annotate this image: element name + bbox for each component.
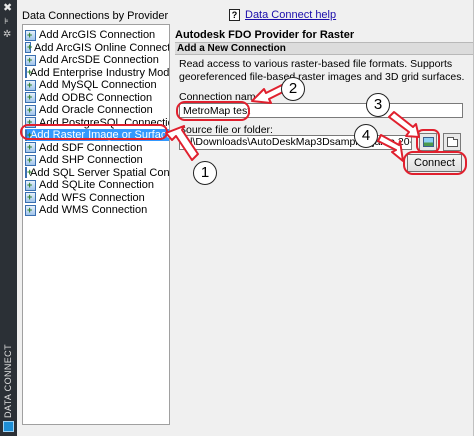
annotation-number-4: 4 [354, 124, 378, 148]
section-header: Add a New Connection [175, 42, 473, 55]
add-connection-icon [25, 191, 36, 203]
provider-item-label: Add SQL Server Spatial Connection [30, 166, 170, 179]
annotation-ring-name [176, 101, 250, 121]
close-icon[interactable]: ✖ [3, 2, 12, 14]
provider-item-label: Add SDF Connection [39, 141, 143, 154]
add-connection-icon [25, 79, 36, 91]
provider-item[interactable]: Add SQLite Connection [25, 179, 169, 191]
annotation-ring-connect [403, 151, 467, 175]
provider-item[interactable]: Add ArcGIS Connection [25, 29, 169, 41]
add-connection-icon [25, 41, 32, 53]
provider-item[interactable]: Add SDF Connection [25, 141, 169, 154]
provider-item[interactable]: Add Oracle Connection [25, 104, 169, 116]
add-connection-icon [25, 179, 36, 191]
provider-item-label: Add ArcSDE Connection [39, 54, 159, 66]
data-connect-logo-icon [3, 421, 14, 432]
provider-heading: Autodesk FDO Provider for Raster [175, 29, 355, 41]
annotation-ring-provider [20, 124, 168, 140]
annotation-number-3: 3 [366, 93, 390, 117]
help-link[interactable]: Data Connect help [245, 9, 336, 21]
provider-item-label: Add ArcGIS Online Connection [33, 41, 170, 54]
provider-item-label: Add Enterprise Industry Model Co [30, 66, 170, 79]
provider-item[interactable]: Add Enterprise Industry Model Co [25, 66, 170, 79]
provider-item[interactable]: Add ArcGIS Online Connection [25, 41, 170, 54]
provider-item-label: Add SHP Connection [39, 154, 143, 166]
folder-icon [447, 137, 458, 147]
provider-item-label: Add WMS Connection [39, 204, 148, 216]
provider-item-label: Add MySQL Connection [39, 79, 157, 91]
provider-list[interactable]: Add ArcGIS ConnectionAdd ArcGIS Online C… [22, 24, 170, 425]
provider-item[interactable]: Add WFS Connection [25, 191, 169, 204]
add-connection-icon [25, 66, 32, 78]
provider-item[interactable]: Add WMS Connection [25, 204, 169, 216]
browse-folder-button[interactable] [443, 133, 461, 151]
add-connection-icon [25, 141, 36, 153]
annotation-ring-file [416, 129, 440, 153]
add-connection-icon [25, 91, 36, 103]
provider-item-label: Add ArcGIS Connection [39, 29, 156, 41]
provider-description: Read access to various raster-based file… [179, 58, 465, 83]
add-connection-icon [25, 154, 36, 166]
add-connection-icon [25, 166, 32, 178]
provider-item-label: Add Oracle Connection [39, 104, 153, 116]
pin-icon[interactable]: ⊧ [4, 16, 9, 26]
add-connection-icon [25, 204, 36, 216]
provider-item[interactable]: Add ODBC Connection [25, 91, 169, 104]
gear-icon[interactable]: ✲ [3, 29, 11, 41]
add-connection-icon [25, 29, 36, 41]
palette-title: DATA CONNECT [3, 344, 13, 418]
provider-item-label: Add WFS Connection [39, 191, 145, 204]
add-connection-icon [25, 54, 36, 66]
provider-item[interactable]: Add SQL Server Spatial Connection [25, 166, 170, 179]
data-connect-panel: ? Data Connect help Data Connections by … [17, 0, 474, 436]
provider-item[interactable]: Add ArcSDE Connection [25, 54, 169, 66]
provider-item[interactable]: Add SHP Connection [25, 154, 169, 166]
palette-strip: ✖ ⊧ ✲ DATA CONNECT [0, 0, 17, 436]
provider-item-label: Add ODBC Connection [39, 91, 153, 104]
provider-item[interactable]: Add MySQL Connection [25, 79, 169, 91]
help-icon[interactable]: ? [229, 9, 240, 21]
add-connection-icon [25, 104, 36, 116]
annotation-number-2: 2 [281, 77, 305, 101]
providers-title: Data Connections by Provider [22, 10, 169, 22]
provider-item-label: Add SQLite Connection [39, 179, 154, 191]
annotation-number-1: 1 [193, 161, 217, 185]
